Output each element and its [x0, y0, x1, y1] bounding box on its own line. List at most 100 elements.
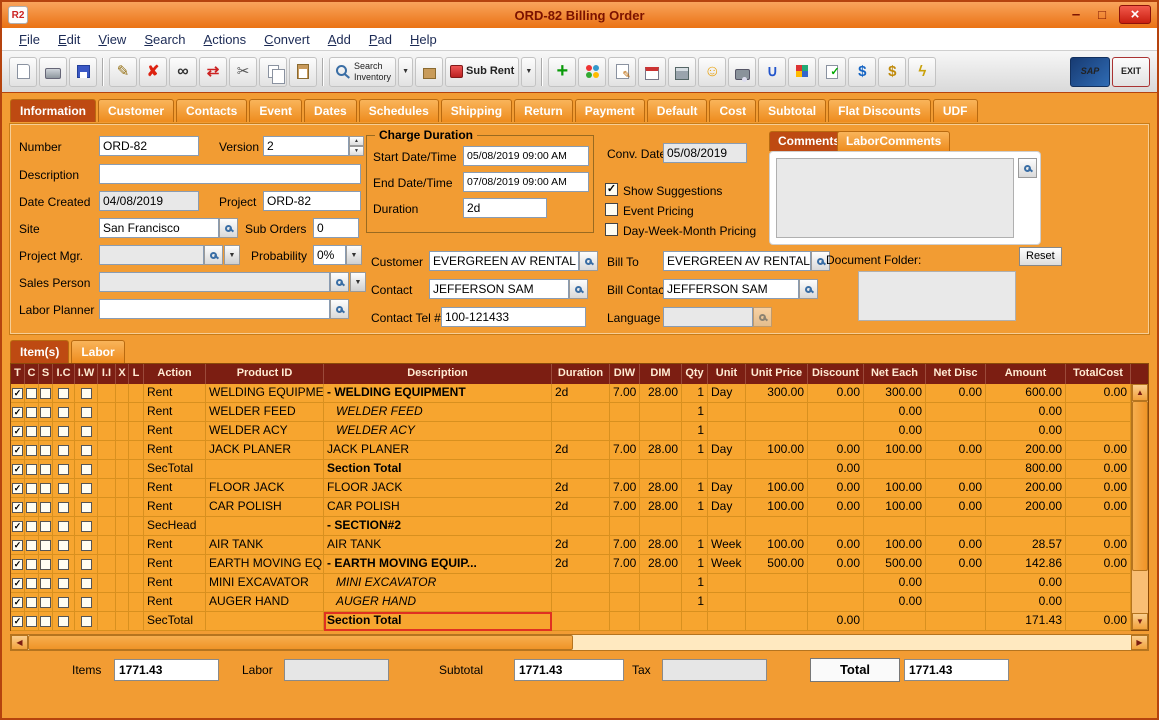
cell-duration[interactable]: 2d — [552, 555, 610, 574]
cell-description[interactable]: Section Total — [324, 460, 552, 479]
number-field[interactable]: ORD-82 — [99, 136, 199, 156]
cell-diw[interactable]: 7.00 — [610, 555, 640, 574]
grid-row[interactable]: SecTotalSection Total0.00800.000.00 — [11, 460, 1131, 479]
cell-product-id[interactable]: FLOOR JACK — [206, 479, 324, 498]
cell-product-id[interactable] — [206, 517, 324, 536]
cell-description[interactable]: - WELDING EQUIPMENT — [324, 384, 552, 403]
cell-duration[interactable]: 2d — [552, 498, 610, 517]
check-c[interactable] — [25, 384, 39, 403]
cell-product-id[interactable]: JACK PLANER — [206, 441, 324, 460]
horizontal-scrollbar[interactable] — [10, 634, 1149, 651]
cell-action[interactable]: Rent — [144, 403, 206, 422]
cell-product-id[interactable]: EARTH MOVING EQUI... — [206, 555, 324, 574]
add-item-button[interactable] — [548, 57, 576, 87]
col-diw[interactable]: DIW — [610, 364, 640, 384]
cell-action[interactable]: Rent — [144, 536, 206, 555]
grid-row[interactable]: RentJACK PLANERJACK PLANER2d7.0028.001Da… — [11, 441, 1131, 460]
cell-action[interactable]: Rent — [144, 555, 206, 574]
col-c[interactable]: C — [25, 364, 39, 384]
cell-dim[interactable]: 28.00 — [640, 479, 682, 498]
cut-button[interactable] — [229, 57, 257, 87]
cell-qty[interactable]: 1 — [682, 593, 708, 612]
paste-button[interactable] — [289, 57, 317, 87]
cell-unit[interactable] — [708, 422, 746, 441]
labor-planner-field[interactable] — [99, 299, 330, 319]
cell-dim[interactable]: 28.00 — [640, 384, 682, 403]
menu-actions[interactable]: Actions — [195, 30, 256, 49]
cell-totalcost[interactable]: 0.00 — [1066, 555, 1131, 574]
vertical-scrollbar[interactable] — [1131, 384, 1148, 630]
cell-duration[interactable] — [552, 403, 610, 422]
cell-amount[interactable]: 142.86 — [986, 555, 1066, 574]
cell-net-disc[interactable] — [926, 574, 986, 593]
sub-orders-field[interactable]: 0 — [313, 218, 359, 238]
cell-unit-price[interactable] — [746, 460, 808, 479]
cell-duration[interactable]: 2d — [552, 479, 610, 498]
cell-description[interactable]: WELDER FEED — [324, 403, 552, 422]
duration-field[interactable]: 2d — [463, 198, 547, 218]
cell-product-id[interactable]: AUGER HAND — [206, 593, 324, 612]
cell-action[interactable]: Rent — [144, 422, 206, 441]
check-c[interactable] — [25, 593, 39, 612]
cell-duration[interactable] — [552, 612, 610, 631]
bill-contact-search-button[interactable] — [799, 279, 818, 299]
check-c[interactable] — [25, 422, 39, 441]
check-t[interactable] — [11, 441, 25, 460]
document-folder-box[interactable] — [858, 271, 1016, 321]
cell-totalcost[interactable] — [1066, 517, 1131, 536]
cell-totalcost[interactable] — [1066, 593, 1131, 612]
check-c[interactable] — [25, 612, 39, 631]
cell-unit[interactable] — [708, 517, 746, 536]
check-iw[interactable] — [75, 460, 98, 479]
check-t[interactable] — [11, 498, 25, 517]
check-s[interactable] — [39, 536, 53, 555]
check-iw[interactable] — [75, 555, 98, 574]
col-l[interactable]: L — [129, 364, 144, 384]
contact-field[interactable]: JEFFERSON SAM — [429, 279, 569, 299]
cell-unit[interactable]: Day — [708, 384, 746, 403]
version-field[interactable]: 2 — [263, 136, 349, 156]
scroll-down-icon[interactable] — [1132, 613, 1148, 630]
cell-net-disc[interactable]: 0.00 — [926, 384, 986, 403]
cell-discount[interactable]: 0.00 — [808, 536, 864, 555]
cell-net-each[interactable] — [864, 517, 926, 536]
cell-dim[interactable] — [640, 593, 682, 612]
check-ic[interactable] — [53, 612, 75, 631]
cell-net-disc[interactable]: 0.00 — [926, 479, 986, 498]
cell-unit-price[interactable] — [746, 593, 808, 612]
print-button[interactable] — [39, 57, 67, 87]
cell-description[interactable]: MINI EXCAVATOR — [324, 574, 552, 593]
end-datetime-field[interactable]: 07/08/2019 09:00 AM — [463, 172, 589, 192]
cell-description[interactable]: AIR TANK — [324, 536, 552, 555]
cell-net-each[interactable]: 300.00 — [864, 384, 926, 403]
cell-product-id[interactable] — [206, 460, 324, 479]
cell-diw[interactable]: 7.00 — [610, 479, 640, 498]
check-s[interactable] — [39, 441, 53, 460]
tab-dates[interactable]: Dates — [304, 99, 357, 122]
cell-action[interactable]: SecTotal — [144, 612, 206, 631]
cell-unit[interactable] — [708, 574, 746, 593]
check-s[interactable] — [39, 517, 53, 536]
menu-search[interactable]: Search — [135, 30, 194, 49]
cell-diw[interactable]: 7.00 — [610, 384, 640, 403]
sap-button[interactable]: SAP — [1070, 57, 1110, 87]
grid-row[interactable]: RentWELDER FEEDWELDER FEED10.000.00 — [11, 403, 1131, 422]
sales-person-dropdown[interactable] — [350, 272, 366, 292]
cell-discount[interactable]: 0.00 — [808, 384, 864, 403]
cell-unit-price[interactable]: 500.00 — [746, 555, 808, 574]
tab-udf[interactable]: UDF — [933, 99, 978, 122]
cell-net-each[interactable]: 100.00 — [864, 479, 926, 498]
check-t[interactable] — [11, 593, 25, 612]
cell-amount[interactable]: 0.00 — [986, 403, 1066, 422]
check-t[interactable] — [11, 555, 25, 574]
cell-qty[interactable]: 1 — [682, 498, 708, 517]
cell-net-disc[interactable] — [926, 403, 986, 422]
check-s[interactable] — [39, 479, 53, 498]
show-suggestions-checkbox[interactable] — [605, 183, 618, 196]
start-datetime-field[interactable]: 05/08/2019 09:00 AM — [463, 146, 589, 166]
cell-net-disc[interactable] — [926, 460, 986, 479]
cell-description[interactable]: AUGER HAND — [324, 593, 552, 612]
labor-planner-search-button[interactable] — [330, 299, 349, 319]
check-c[interactable] — [25, 574, 39, 593]
check-s[interactable] — [39, 460, 53, 479]
